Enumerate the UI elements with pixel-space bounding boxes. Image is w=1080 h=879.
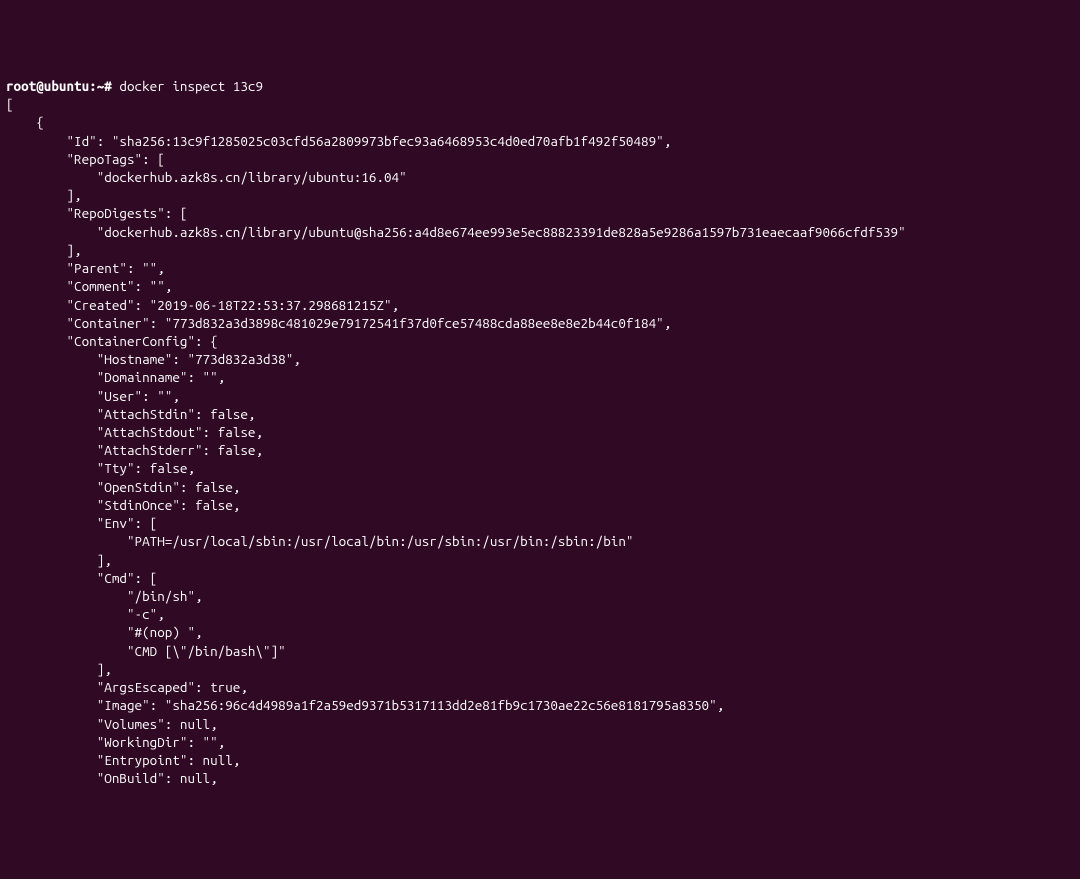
terminal-output: [ { "Id": "sha256:13c9f1285025c03cfd56a2… [6, 95, 1074, 787]
shell-prompt: root@ubuntu:~# [6, 78, 119, 94]
shell-command[interactable]: docker inspect 13c9 [119, 78, 263, 94]
